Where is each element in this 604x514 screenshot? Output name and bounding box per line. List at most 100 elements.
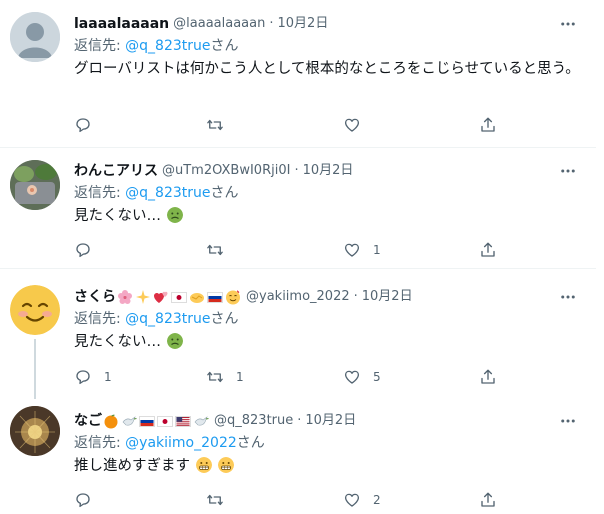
timestamp[interactable]: 10月2日 (362, 287, 413, 307)
mention-link[interactable]: @q_823true (125, 185, 210, 201)
like-icon (344, 243, 360, 257)
user-handle[interactable]: @yakiimo_2022 (246, 287, 350, 307)
hearts-emoji (154, 291, 168, 303)
reply-context: 返信先: @q_823trueさん (74, 183, 580, 203)
reply-context: 返信先: @yakiimo_2022さん (74, 433, 580, 453)
usa-flag-emoji (175, 415, 191, 427)
like-icon (344, 118, 360, 132)
more-icon[interactable] (558, 161, 578, 181)
avatar[interactable] (10, 160, 60, 210)
separator-dot: · (297, 413, 302, 428)
timestamp[interactable]: 10月2日 (303, 161, 354, 181)
tweet-text: 見たくない… (74, 206, 580, 227)
tweet-text-content: 推し進めすぎます (74, 458, 190, 474)
reply-prefix: 返信先: (74, 38, 121, 54)
like-count: 5 (373, 370, 381, 384)
like-button[interactable]: 5 (343, 366, 381, 388)
dove-emoji (194, 416, 209, 426)
share-icon (481, 242, 495, 257)
cherry-blossom-emoji (118, 290, 132, 304)
share-button[interactable] (479, 239, 497, 261)
action-bar (74, 114, 514, 136)
like-button[interactable]: 1 (343, 239, 381, 261)
reply-prefix: 返信先: (74, 435, 121, 451)
retweet-button[interactable]: 1 (206, 366, 244, 388)
mention-link[interactable]: @yakiimo_2022 (125, 435, 237, 451)
retweet-button[interactable] (206, 489, 236, 511)
tweet-text: 推し進めすぎます (74, 456, 580, 477)
avatar[interactable] (10, 285, 60, 335)
action-bar: 1 1 5 (74, 366, 514, 388)
share-button[interactable] (479, 114, 497, 136)
tweet-text-content: 見たくない… (74, 208, 161, 224)
reply-icon (76, 118, 90, 133)
default-avatar-icon (10, 12, 60, 62)
separator-dot: · (353, 289, 358, 304)
reply-button[interactable] (74, 239, 104, 261)
avatar[interactable] (10, 406, 60, 456)
timestamp[interactable]: 10月2日 (305, 411, 356, 431)
retweet-button[interactable] (206, 239, 236, 261)
user-handle[interactable]: @uTm2OXBwI0Rji0I (162, 161, 290, 181)
tweet-text: グローバリストは何かこう人として根本的なところをこじらせていると思う。 (74, 61, 580, 77)
share-icon (481, 492, 495, 507)
display-name[interactable]: laaaalaaaan (74, 14, 169, 34)
reply-suffix: さん (210, 38, 239, 54)
reply-suffix: さん (236, 435, 265, 451)
grimace-emoji (218, 457, 235, 473)
reply-button[interactable] (74, 489, 104, 511)
separator-dot: · (294, 163, 299, 178)
tweet-text: 見たくない… (74, 332, 580, 353)
smiling-face-avatar (10, 285, 60, 335)
reply-button[interactable]: 1 (74, 366, 112, 388)
japan-flag-emoji (157, 415, 173, 427)
like-button[interactable] (343, 114, 373, 136)
tweet-text-content: 見たくない… (74, 334, 161, 350)
user-handle[interactable]: @q_823true (214, 411, 293, 431)
grimace-emoji (195, 457, 212, 473)
avatar-photo (10, 160, 60, 210)
like-count: 1 (373, 243, 381, 257)
nauseated-emoji (166, 333, 183, 349)
timestamp[interactable]: 10月2日 (278, 14, 329, 34)
tweet[interactable]: わんこアリス @uTm2OXBwI0Rji0I · 10月2日 返信先: @q_… (0, 149, 596, 269)
avatar[interactable] (10, 12, 60, 62)
like-count: 2 (373, 493, 381, 507)
retweet-icon (207, 244, 223, 256)
retweet-button[interactable] (206, 114, 236, 136)
display-name[interactable]: さくら (74, 287, 116, 307)
thread-line (34, 339, 36, 399)
reply-count: 1 (104, 370, 112, 384)
reply-suffix: さん (210, 311, 239, 327)
handshake-emoji (190, 293, 204, 303)
reply-button[interactable] (74, 114, 104, 136)
action-bar: 1 (74, 239, 514, 261)
share-button[interactable] (479, 489, 497, 511)
nauseated-emoji (166, 207, 183, 223)
mention-link[interactable]: @q_823true (125, 311, 210, 327)
retweet-count: 1 (236, 370, 244, 384)
like-button[interactable]: 2 (343, 489, 381, 511)
sparkles-emoji (136, 290, 150, 304)
tangerine-emoji (104, 414, 118, 429)
more-icon[interactable] (558, 14, 578, 34)
display-name[interactable]: なご (74, 411, 102, 431)
more-icon[interactable] (558, 287, 578, 307)
tweet-header: さくら @yakiimo_2022 · 10月2日 (74, 287, 580, 307)
user-handle[interactable]: @laaaalaaaan (173, 14, 265, 34)
share-icon (481, 369, 495, 384)
action-bar: 2 (74, 489, 514, 511)
share-button[interactable] (479, 366, 497, 388)
display-name[interactable]: わんこアリス (74, 161, 158, 181)
like-icon (344, 493, 360, 507)
like-icon (344, 370, 360, 384)
retweet-icon (207, 119, 223, 131)
tweet[interactable]: laaaalaaaan @laaaalaaaan · 10月2日 返信先: @q… (0, 0, 596, 148)
tweet[interactable]: なご @q_823true · 10月2日 返信先: @yakiimo_2022… (0, 396, 596, 514)
smiling-hearts-emoji (226, 290, 240, 305)
tweet[interactable]: さくら @yakiimo_2022 · 10月2日 返信先: @q_823tru… (0, 270, 596, 399)
tweet-header: なご @q_823true · 10月2日 (74, 411, 580, 431)
reply-icon (76, 243, 90, 258)
more-icon[interactable] (558, 411, 578, 431)
mention-link[interactable]: @q_823true (125, 38, 210, 54)
